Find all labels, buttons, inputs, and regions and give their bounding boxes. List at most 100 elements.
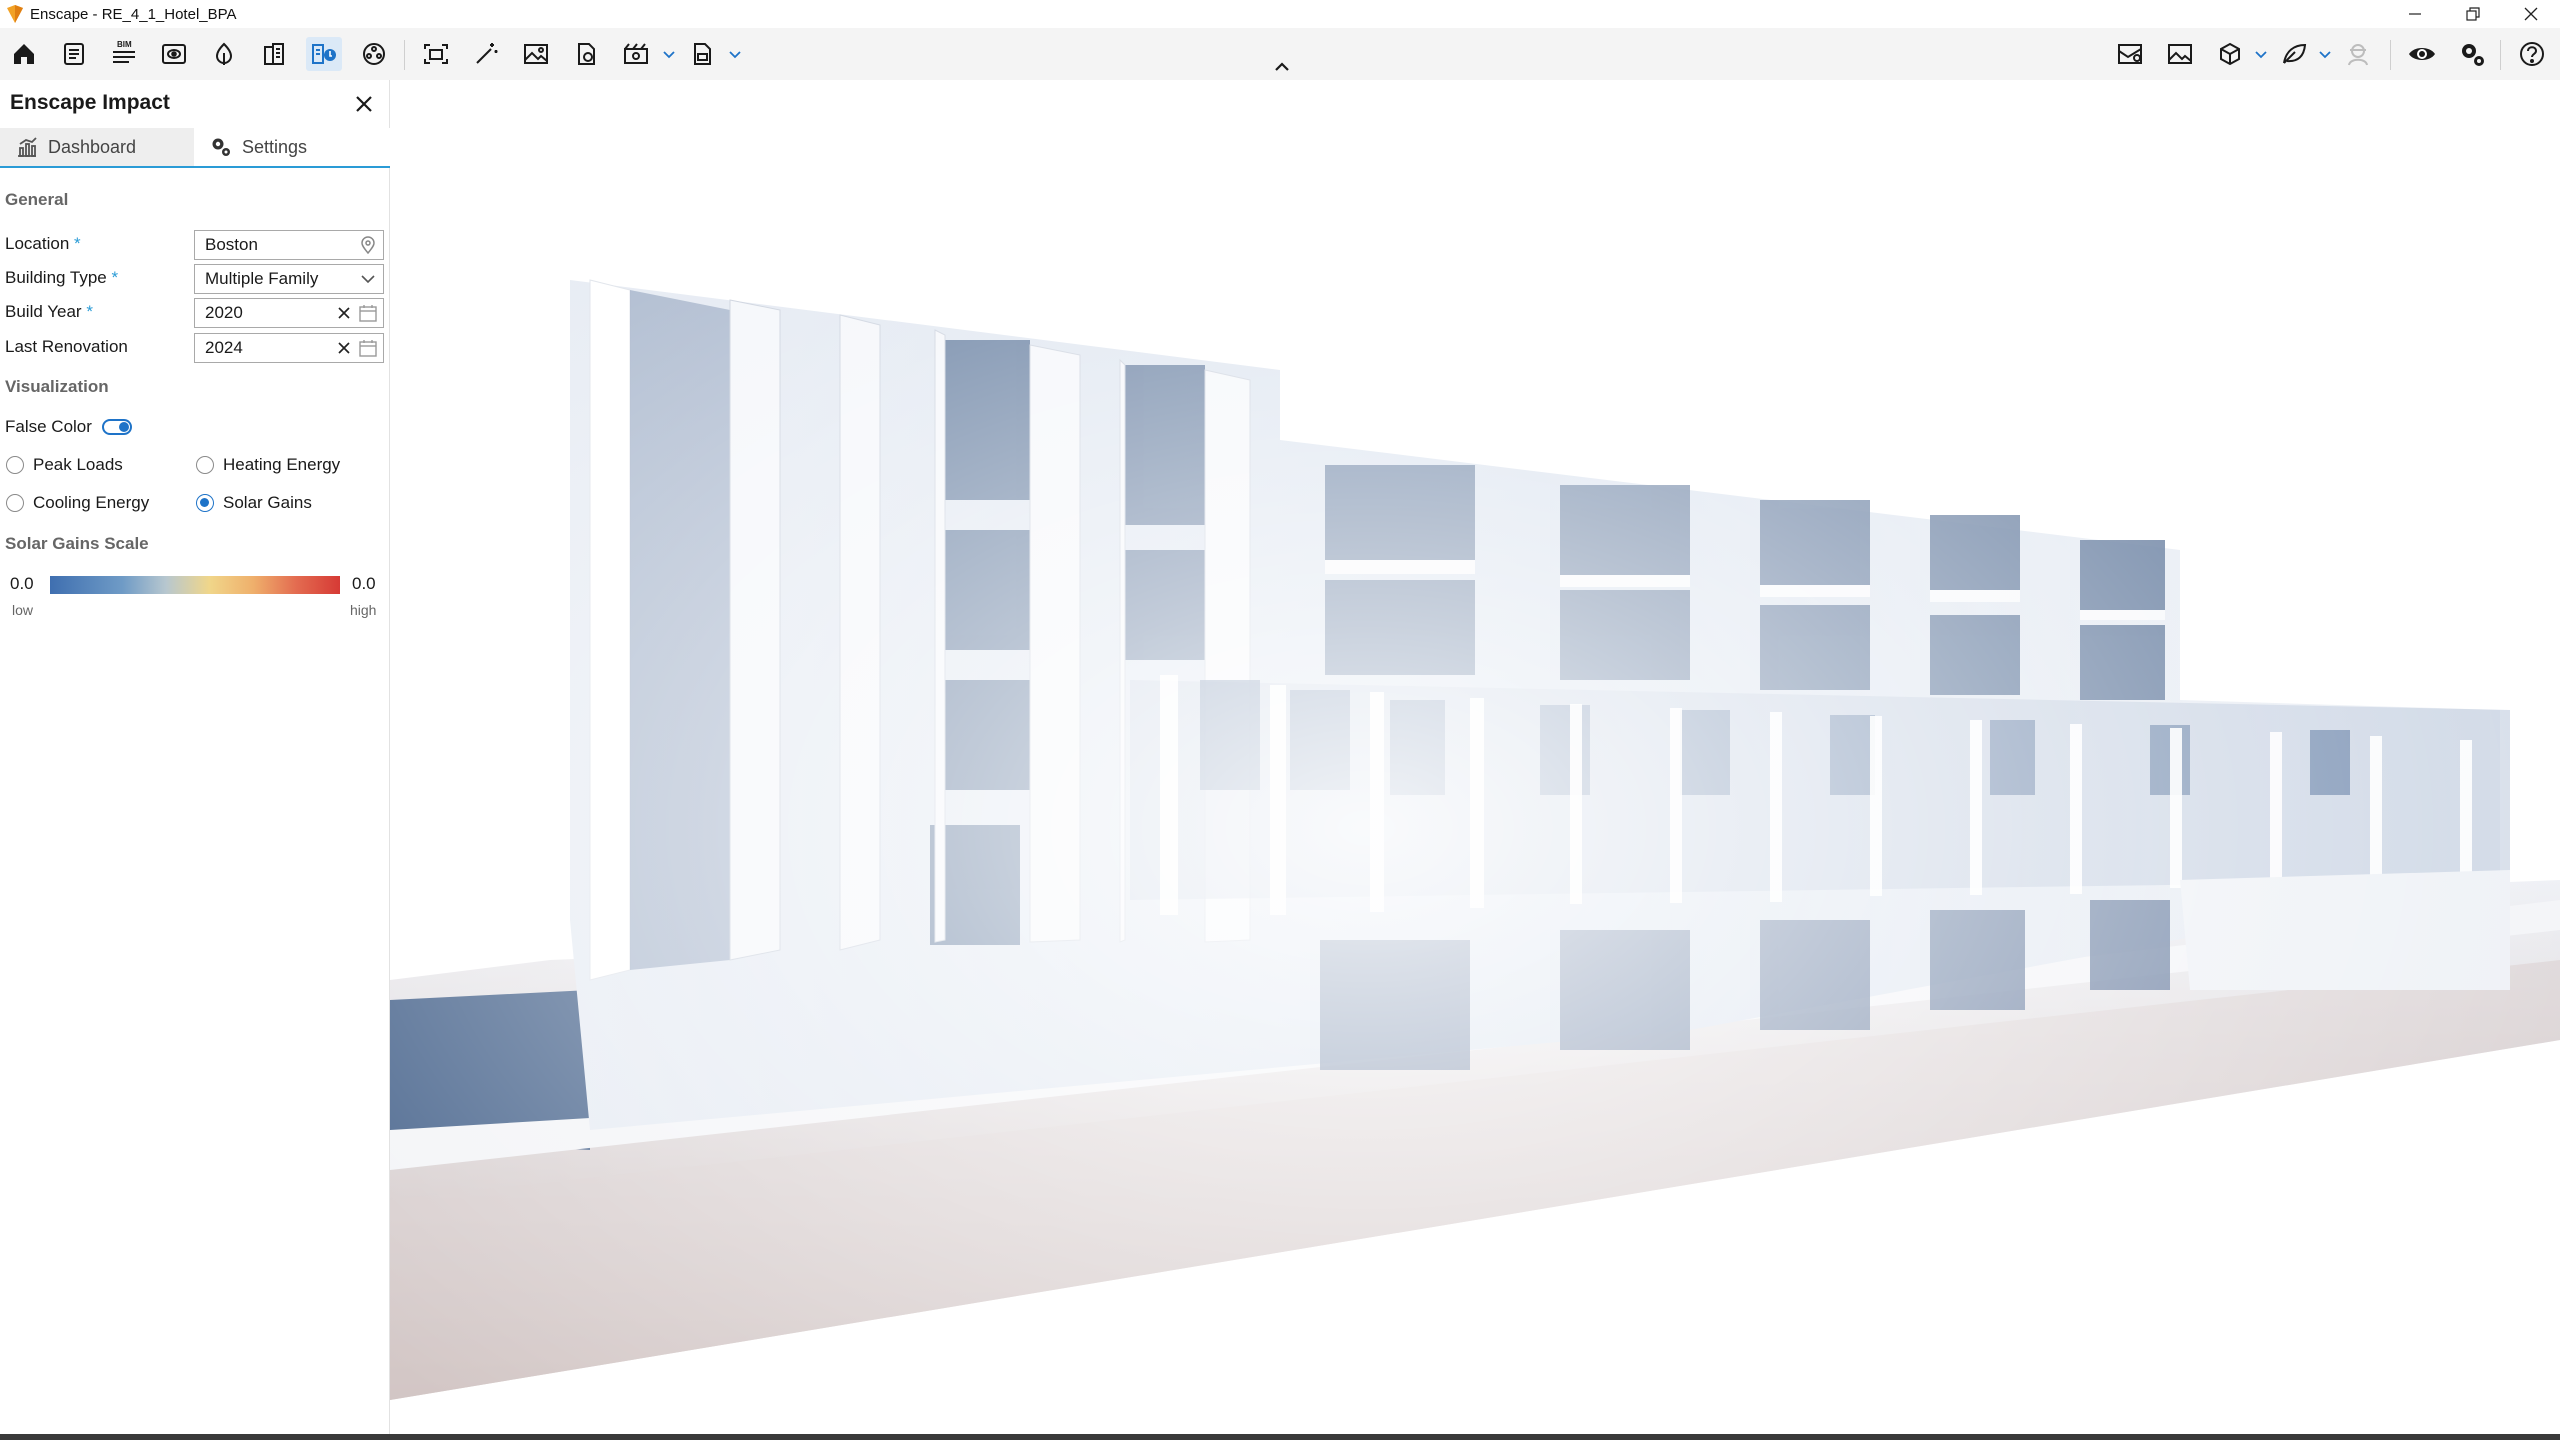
last-renovation-field[interactable]: 2024 — [194, 333, 384, 363]
general-heading: General — [5, 190, 69, 209]
location-field[interactable]: Boston — [194, 230, 384, 260]
calendar-icon[interactable] — [358, 303, 378, 323]
scale-high-label: high — [350, 602, 377, 618]
building-type-label: Building Type * — [5, 268, 118, 288]
pdf-icon — [578, 43, 595, 65]
batch-icon — [624, 43, 648, 64]
close-window-button[interactable] — [2502, 0, 2560, 28]
required-mark: * — [86, 302, 93, 321]
location-pin-icon[interactable] — [358, 235, 378, 255]
building-type-value: Multiple Family — [205, 269, 319, 288]
eye-icon — [2409, 48, 2435, 60]
build-year-label-text: Build Year — [5, 302, 82, 321]
panel-tabs: Dashboard Settings — [0, 128, 390, 168]
visualization-heading: Visualization — [5, 377, 109, 396]
toggle-knob — [119, 422, 129, 432]
clear-icon[interactable] — [336, 303, 352, 323]
restore-icon — [2466, 7, 2480, 21]
cube-dropdown-chevron-down-icon[interactable] — [2254, 50, 2268, 60]
material-icon — [363, 43, 385, 65]
map-button[interactable] — [2112, 37, 2148, 71]
solar-gains-label: Solar Gains — [223, 493, 312, 512]
location-value: Boston — [205, 235, 258, 254]
building-icon — [264, 43, 284, 65]
window-title: Enscape - RE_4_1_Hotel_BPA — [30, 5, 237, 23]
restore-button[interactable] — [2444, 0, 2502, 28]
export-dropdown-chevron-down-icon[interactable] — [728, 50, 742, 60]
location-label-text: Location — [5, 234, 70, 253]
peak-loads-label: Peak Loads — [33, 455, 123, 474]
radio-solar-gains[interactable] — [196, 494, 214, 512]
gallery-button[interactable] — [2162, 37, 2198, 71]
false-color-toggle[interactable] — [102, 419, 132, 435]
asset-library-button[interactable] — [206, 37, 242, 71]
screenshot-icon — [424, 44, 448, 64]
minimize-icon — [2409, 13, 2421, 15]
building-button[interactable] — [256, 37, 292, 71]
close-icon — [2524, 7, 2538, 21]
impact-panel: Enscape Impact Dashboard Settings Genera… — [0, 80, 390, 1440]
material-button[interactable] — [356, 37, 392, 71]
close-panel-icon[interactable] — [352, 92, 376, 116]
radio-heating-energy[interactable] — [196, 456, 214, 474]
build-year-value: 2020 — [205, 303, 243, 322]
person-button[interactable] — [2340, 37, 2376, 71]
building-type-label-text: Building Type — [5, 268, 107, 287]
settings-icon — [2462, 44, 2484, 66]
document-button[interactable] — [56, 37, 92, 71]
solar-gains-scale-heading: Solar Gains Scale — [5, 534, 149, 553]
scale-low-label: low — [12, 602, 34, 618]
tab-dashboard[interactable]: Dashboard — [0, 128, 194, 166]
build-year-field[interactable]: 2020 — [194, 298, 384, 328]
help-button[interactable] — [2514, 37, 2550, 71]
person-icon — [2348, 44, 2368, 66]
heating-energy-label: Heating Energy — [223, 455, 341, 474]
scale-min-value: 0.0 — [10, 574, 34, 593]
scale-max-value: 0.0 — [352, 574, 376, 593]
chevron-down-icon — [361, 275, 375, 284]
status-strip — [0, 1434, 2560, 1440]
svg-text:BIM: BIM — [117, 40, 132, 49]
eye-button[interactable] — [2404, 37, 2440, 71]
minimize-button[interactable] — [2386, 0, 2444, 28]
toolbar-separator-right — [2390, 40, 2391, 70]
pdf-button[interactable] — [568, 37, 604, 71]
solar-gains-color-scale — [50, 576, 340, 594]
tab-dashboard-label: Dashboard — [48, 136, 137, 157]
asset-icon — [215, 42, 233, 65]
tab-settings-label: Settings — [242, 136, 308, 157]
batch-dropdown-chevron-down-icon[interactable] — [662, 50, 676, 60]
cooling-energy-label: Cooling Energy — [33, 493, 150, 512]
cube-icon — [2220, 42, 2240, 66]
radio-cooling-energy[interactable] — [6, 494, 24, 512]
radio-peak-loads[interactable] — [6, 456, 24, 474]
leaf-dropdown-chevron-down-icon[interactable] — [2318, 50, 2332, 60]
cube-button[interactable] — [2212, 37, 2248, 71]
views-button[interactable] — [156, 37, 192, 71]
image-button[interactable] — [518, 37, 554, 71]
required-mark: * — [74, 234, 81, 253]
batch-render-button[interactable] — [618, 37, 654, 71]
bim-button[interactable]: BIM — [106, 37, 142, 71]
title-bar: Enscape - RE_4_1_Hotel_BPA — [0, 0, 2560, 28]
export-icon — [694, 43, 711, 65]
export-button[interactable] — [684, 37, 720, 71]
leaf-button[interactable] — [2276, 37, 2312, 71]
last-renovation-value: 2024 — [205, 338, 243, 357]
last-renovation-label: Last Renovation — [5, 337, 128, 356]
screenshot-button[interactable] — [418, 37, 454, 71]
3d-viewport[interactable] — [390, 80, 2560, 1440]
leaf-icon — [2283, 43, 2307, 64]
collapse-toolbar-chevron-up-icon[interactable] — [1272, 60, 1292, 74]
render-button[interactable] — [468, 37, 504, 71]
home-button[interactable] — [6, 37, 42, 71]
impact-button[interactable] — [306, 37, 342, 71]
calendar-icon[interactable] — [358, 338, 378, 358]
false-color-label: False Color — [5, 417, 92, 436]
home-icon — [14, 44, 34, 64]
enscape-logo-icon — [7, 5, 23, 23]
building-type-select[interactable]: Multiple Family — [194, 264, 384, 294]
tab-settings[interactable]: Settings — [194, 128, 390, 166]
settings-button[interactable] — [2454, 37, 2490, 71]
clear-icon[interactable] — [336, 338, 352, 358]
